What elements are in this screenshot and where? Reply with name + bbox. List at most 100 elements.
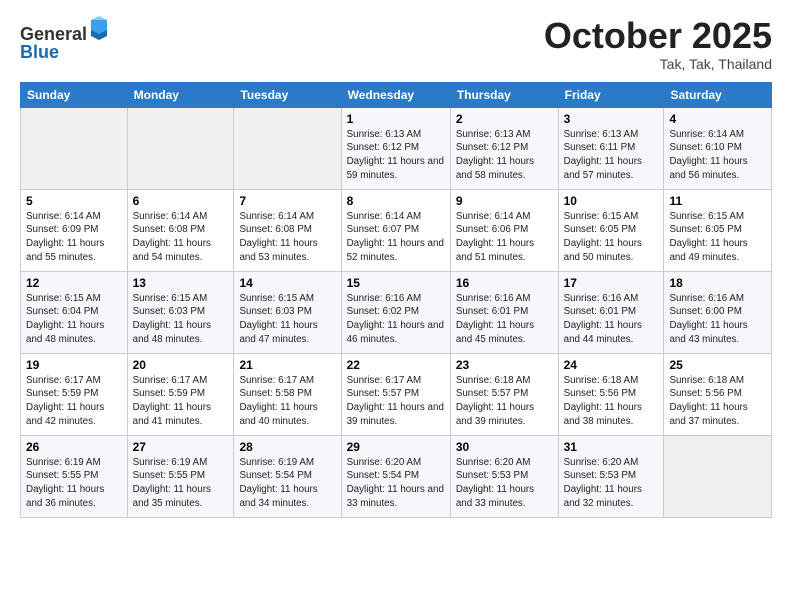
calendar-cell: 14Sunrise: 6:15 AM Sunset: 6:03 PM Dayli… (234, 271, 341, 353)
day-number: 5 (26, 194, 122, 208)
location-subtitle: Tak, Tak, Thailand (544, 56, 772, 72)
day-number: 23 (456, 358, 553, 372)
day-info: Sunrise: 6:16 AM Sunset: 6:02 PM Dayligh… (347, 292, 445, 347)
calendar-cell: 21 Sunrise: 6:17 AM Sunset: 5:58 PM Dayli… (234, 353, 341, 435)
calendar-cell (664, 435, 772, 517)
day-number: 1 (347, 112, 445, 126)
day-info: Sunrise: 6:16 AM Sunset: 6:01 PM Dayligh… (456, 292, 553, 347)
day-number: 19 (26, 358, 122, 372)
page-container: General Blue October 2025 Tak, Tak, Thai… (0, 0, 792, 528)
day-info: Sunrise: 6:15 AM Sunset: 6:04 PM Dayligh… (26, 292, 122, 347)
col-header-saturday: Saturday (664, 82, 772, 107)
calendar-week-1: 1 Sunrise: 6:13 AM Sunset: 6:12 PM Daylig… (21, 107, 772, 189)
day-info: Sunrise: 6:13 AM Sunset: 6:12 PM Dayligh… (456, 128, 553, 183)
calendar-cell: 24 Sunrise: 6:18 AM Sunset: 5:56 PM Dayli… (558, 353, 664, 435)
col-header-friday: Friday (558, 82, 664, 107)
day-info: Sunrise: 6:14 AM Sunset: 6:08 PM Dayligh… (239, 210, 335, 265)
col-header-wednesday: Wednesday (341, 82, 450, 107)
day-info: Sunrise: 6:13 AM Sunset: 6:11 PM Dayligh… (564, 128, 659, 183)
day-number: 15 (347, 276, 445, 290)
calendar-cell: 22 Sunrise: 6:17 AM Sunset: 5:57 PM Dayli… (341, 353, 450, 435)
calendar-cell: 31 Sunrise: 6:20 AM Sunset: 5:53 PM Dayli… (558, 435, 664, 517)
col-header-thursday: Thursday (450, 82, 558, 107)
calendar-cell (234, 107, 341, 189)
day-info: Sunrise: 6:20 AM Sunset: 5:53 PM Dayligh… (564, 456, 659, 511)
day-info: Sunrise: 6:20 AM Sunset: 5:54 PM Dayligh… (347, 456, 445, 511)
calendar-cell: 18 Sunrise: 6:16 AM Sunset: 6:00 PM Dayli… (664, 271, 772, 353)
day-info: Sunrise: 6:18 AM Sunset: 5:57 PM Dayligh… (456, 374, 553, 429)
day-number: 10 (564, 194, 659, 208)
calendar-cell: 16Sunrise: 6:16 AM Sunset: 6:01 PM Dayli… (450, 271, 558, 353)
month-title: October 2025 (544, 16, 772, 56)
calendar-cell: 27 Sunrise: 6:19 AM Sunset: 5:55 PM Dayli… (127, 435, 234, 517)
calendar-cell: 9Sunrise: 6:14 AM Sunset: 6:06 PM Daylig… (450, 189, 558, 271)
day-number: 31 (564, 440, 659, 454)
day-info: Sunrise: 6:17 AM Sunset: 5:57 PM Dayligh… (347, 374, 445, 429)
calendar-week-4: 19 Sunrise: 6:17 AM Sunset: 5:59 PM Dayli… (21, 353, 772, 435)
day-info: Sunrise: 6:18 AM Sunset: 5:56 PM Dayligh… (564, 374, 659, 429)
calendar-cell: 5 Sunrise: 6:14 AM Sunset: 6:09 PM Daylig… (21, 189, 128, 271)
day-info: Sunrise: 6:13 AM Sunset: 6:12 PM Dayligh… (347, 128, 445, 183)
calendar-cell: 19 Sunrise: 6:17 AM Sunset: 5:59 PM Dayli… (21, 353, 128, 435)
day-info: Sunrise: 6:19 AM Sunset: 5:55 PM Dayligh… (26, 456, 122, 511)
day-number: 29 (347, 440, 445, 454)
day-number: 18 (669, 276, 766, 290)
day-info: Sunrise: 6:16 AM Sunset: 6:01 PM Dayligh… (564, 292, 659, 347)
calendar-week-3: 12 Sunrise: 6:15 AM Sunset: 6:04 PM Dayli… (21, 271, 772, 353)
calendar-cell: 10 Sunrise: 6:15 AM Sunset: 6:05 PM Dayli… (558, 189, 664, 271)
day-info: Sunrise: 6:20 AM Sunset: 5:53 PM Dayligh… (456, 456, 553, 511)
calendar-cell: 17 Sunrise: 6:16 AM Sunset: 6:01 PM Dayli… (558, 271, 664, 353)
logo-blue-text: Blue (20, 42, 59, 62)
day-info: Sunrise: 6:19 AM Sunset: 5:55 PM Dayligh… (133, 456, 229, 511)
day-number: 21 (239, 358, 335, 372)
day-info: Sunrise: 6:14 AM Sunset: 6:07 PM Dayligh… (347, 210, 445, 265)
calendar-cell: 2Sunrise: 6:13 AM Sunset: 6:12 PM Daylig… (450, 107, 558, 189)
day-info: Sunrise: 6:17 AM Sunset: 5:59 PM Dayligh… (26, 374, 122, 429)
day-number: 28 (239, 440, 335, 454)
day-number: 20 (133, 358, 229, 372)
col-header-sunday: Sunday (21, 82, 128, 107)
calendar-cell: 11Sunrise: 6:15 AM Sunset: 6:05 PM Dayli… (664, 189, 772, 271)
day-info: Sunrise: 6:17 AM Sunset: 5:59 PM Dayligh… (133, 374, 229, 429)
day-number: 12 (26, 276, 122, 290)
calendar-cell: 23 Sunrise: 6:18 AM Sunset: 5:57 PM Dayli… (450, 353, 558, 435)
calendar-cell: 15 Sunrise: 6:16 AM Sunset: 6:02 PM Dayli… (341, 271, 450, 353)
calendar-week-2: 5 Sunrise: 6:14 AM Sunset: 6:09 PM Daylig… (21, 189, 772, 271)
day-number: 17 (564, 276, 659, 290)
logo: General Blue (20, 16, 109, 63)
day-number: 24 (564, 358, 659, 372)
calendar-cell: 20 Sunrise: 6:17 AM Sunset: 5:59 PM Dayli… (127, 353, 234, 435)
calendar-week-5: 26 Sunrise: 6:19 AM Sunset: 5:55 PM Dayli… (21, 435, 772, 517)
title-block: October 2025 Tak, Tak, Thailand (544, 16, 772, 72)
day-number: 7 (239, 194, 335, 208)
day-info: Sunrise: 6:14 AM Sunset: 6:06 PM Dayligh… (456, 210, 553, 265)
calendar-cell: 13Sunrise: 6:15 AM Sunset: 6:03 PM Dayli… (127, 271, 234, 353)
day-number: 6 (133, 194, 229, 208)
day-info: Sunrise: 6:19 AM Sunset: 5:54 PM Dayligh… (239, 456, 335, 511)
day-info: Sunrise: 6:15 AM Sunset: 6:03 PM Dayligh… (133, 292, 229, 347)
day-number: 26 (26, 440, 122, 454)
day-info: Sunrise: 6:15 AM Sunset: 6:05 PM Dayligh… (564, 210, 659, 265)
day-info: Sunrise: 6:15 AM Sunset: 6:03 PM Dayligh… (239, 292, 335, 347)
day-info: Sunrise: 6:18 AM Sunset: 5:56 PM Dayligh… (669, 374, 766, 429)
calendar-cell: 25 Sunrise: 6:18 AM Sunset: 5:56 PM Dayli… (664, 353, 772, 435)
day-info: Sunrise: 6:14 AM Sunset: 6:09 PM Dayligh… (26, 210, 122, 265)
day-number: 27 (133, 440, 229, 454)
calendar-cell: 30Sunrise: 6:20 AM Sunset: 5:53 PM Dayli… (450, 435, 558, 517)
day-number: 22 (347, 358, 445, 372)
calendar-cell: 26 Sunrise: 6:19 AM Sunset: 5:55 PM Dayli… (21, 435, 128, 517)
calendar-cell: 6 Sunrise: 6:14 AM Sunset: 6:08 PM Daylig… (127, 189, 234, 271)
day-number: 4 (669, 112, 766, 126)
calendar-cell: 8Sunrise: 6:14 AM Sunset: 6:07 PM Daylig… (341, 189, 450, 271)
day-info: Sunrise: 6:16 AM Sunset: 6:00 PM Dayligh… (669, 292, 766, 347)
calendar-cell: 29 Sunrise: 6:20 AM Sunset: 5:54 PM Dayli… (341, 435, 450, 517)
col-header-monday: Monday (127, 82, 234, 107)
day-info: Sunrise: 6:14 AM Sunset: 6:08 PM Dayligh… (133, 210, 229, 265)
calendar-cell: 12 Sunrise: 6:15 AM Sunset: 6:04 PM Dayli… (21, 271, 128, 353)
day-number: 11 (669, 194, 766, 208)
calendar-table: SundayMondayTuesdayWednesdayThursdayFrid… (20, 82, 772, 518)
calendar-cell: 1 Sunrise: 6:13 AM Sunset: 6:12 PM Daylig… (341, 107, 450, 189)
day-info: Sunrise: 6:17 AM Sunset: 5:58 PM Dayligh… (239, 374, 335, 429)
day-info: Sunrise: 6:14 AM Sunset: 6:10 PM Dayligh… (669, 128, 766, 183)
day-number: 25 (669, 358, 766, 372)
